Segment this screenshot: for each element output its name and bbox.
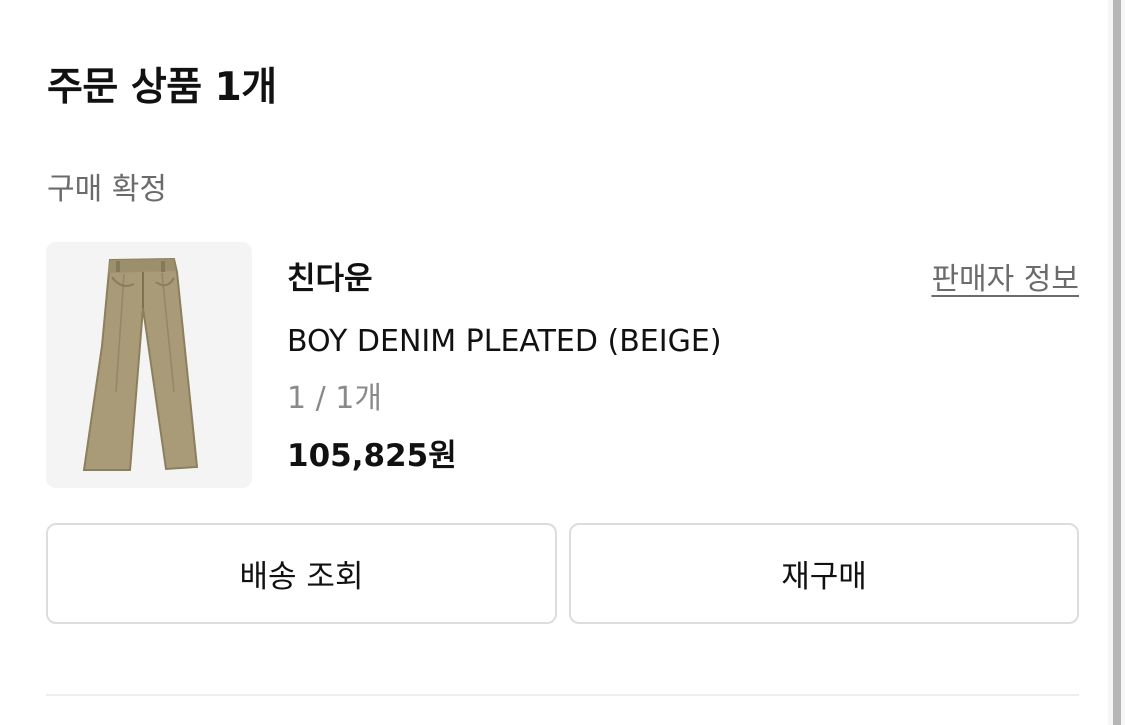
reorder-label: 재구매 — [781, 559, 867, 595]
section-divider — [46, 694, 1079, 696]
order-status: 구매 확정 — [47, 172, 167, 207]
brand-name[interactable]: 친다운 — [287, 256, 373, 302]
delivery-tracking-button[interactable]: 배송 조회 — [46, 523, 557, 624]
scrollbar-track[interactable] — [1108, 0, 1125, 725]
pants-image-icon — [82, 257, 199, 471]
product-price: 105,825원 — [287, 438, 457, 474]
product-thumbnail[interactable] — [46, 242, 252, 488]
reorder-button[interactable]: 재구매 — [569, 523, 1079, 624]
order-items-title: 주문 상품 1개 — [47, 65, 277, 110]
delivery-tracking-label: 배송 조회 — [239, 559, 364, 595]
scrollbar-thumb[interactable] — [1113, 0, 1121, 725]
product-quantity: 1 / 1개 — [287, 381, 382, 416]
product-name[interactable]: BOY DENIM PLEATED (BEIGE) — [287, 320, 722, 364]
seller-info-link[interactable]: 판매자 정보 — [931, 258, 1079, 302]
